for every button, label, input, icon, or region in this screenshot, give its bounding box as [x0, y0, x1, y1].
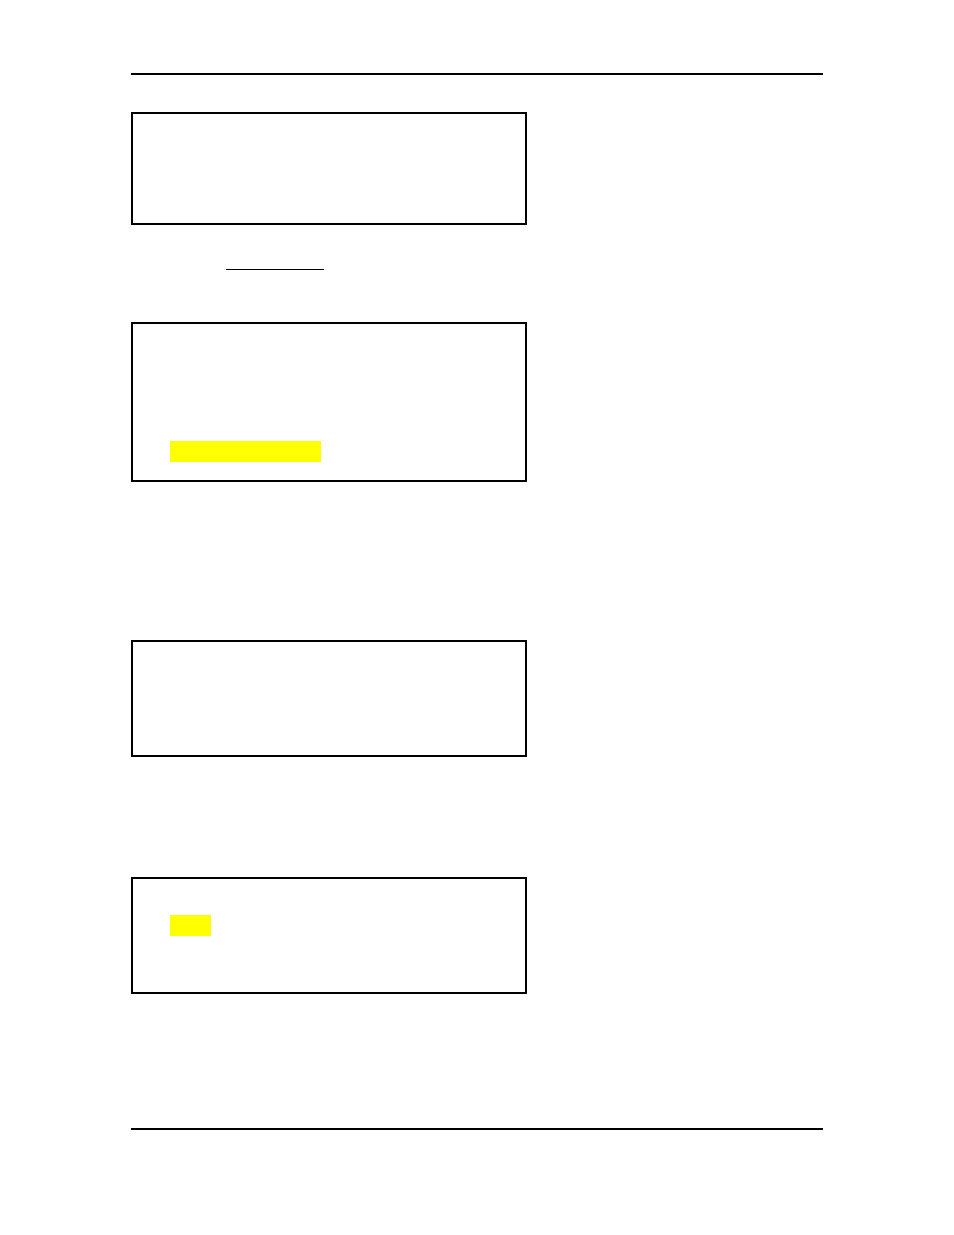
- bottom-rule: [131, 1128, 823, 1130]
- highlight-2: [170, 915, 211, 936]
- short-rule: [226, 269, 324, 270]
- box-3: [131, 640, 527, 757]
- top-rule: [131, 73, 823, 75]
- highlight-1: [170, 441, 321, 462]
- box-1: [131, 112, 527, 225]
